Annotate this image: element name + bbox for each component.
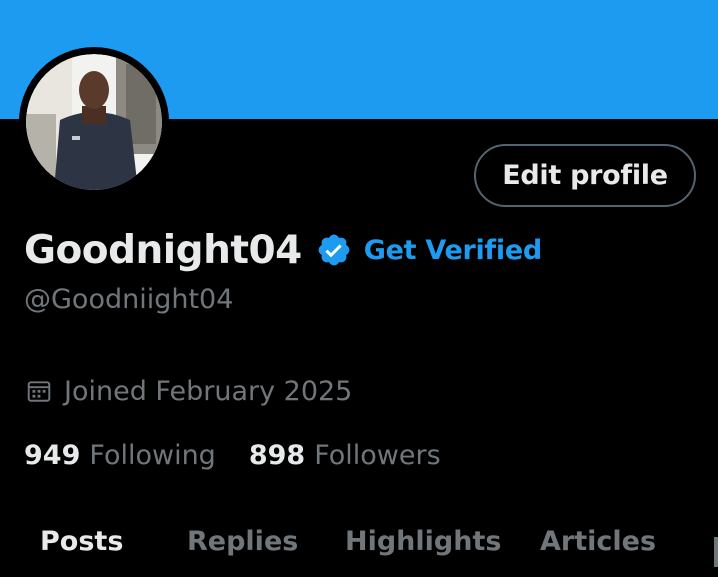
following-count: 949 xyxy=(24,439,81,471)
display-name: Goodnight04 xyxy=(24,227,302,273)
joined-date-text: Joined February 2025 xyxy=(64,375,353,407)
edit-profile-button[interactable]: Edit profile xyxy=(474,144,696,207)
avatar-photo xyxy=(26,54,162,190)
follow-stats: 949 Following 898 Followers xyxy=(24,435,441,475)
followers-label: Followers xyxy=(314,439,441,471)
name-row: Goodnight04 Get Verified xyxy=(24,226,542,274)
profile-handle: @Goodniight04 xyxy=(24,284,234,315)
get-verified-link[interactable]: Get Verified xyxy=(364,235,542,266)
next-tab-partial[interactable] xyxy=(714,537,718,567)
following-label: Following xyxy=(89,439,216,471)
tab-articles[interactable]: Articles xyxy=(540,526,656,557)
tab-posts[interactable]: Posts xyxy=(40,526,123,557)
verified-badge-icon[interactable] xyxy=(316,232,352,268)
following-link[interactable]: 949 Following xyxy=(24,440,216,471)
followers-link[interactable]: 898 Followers xyxy=(249,440,441,471)
profile-tabs: Posts Replies Highlights Articles xyxy=(0,520,718,577)
followers-count: 898 xyxy=(248,439,306,471)
tab-replies[interactable]: Replies xyxy=(187,526,298,557)
profile-avatar[interactable] xyxy=(19,47,169,197)
tab-highlights[interactable]: Highlights xyxy=(345,526,501,557)
calendar-icon xyxy=(26,378,52,404)
joined-date-row: Joined February 2025 xyxy=(26,372,352,410)
